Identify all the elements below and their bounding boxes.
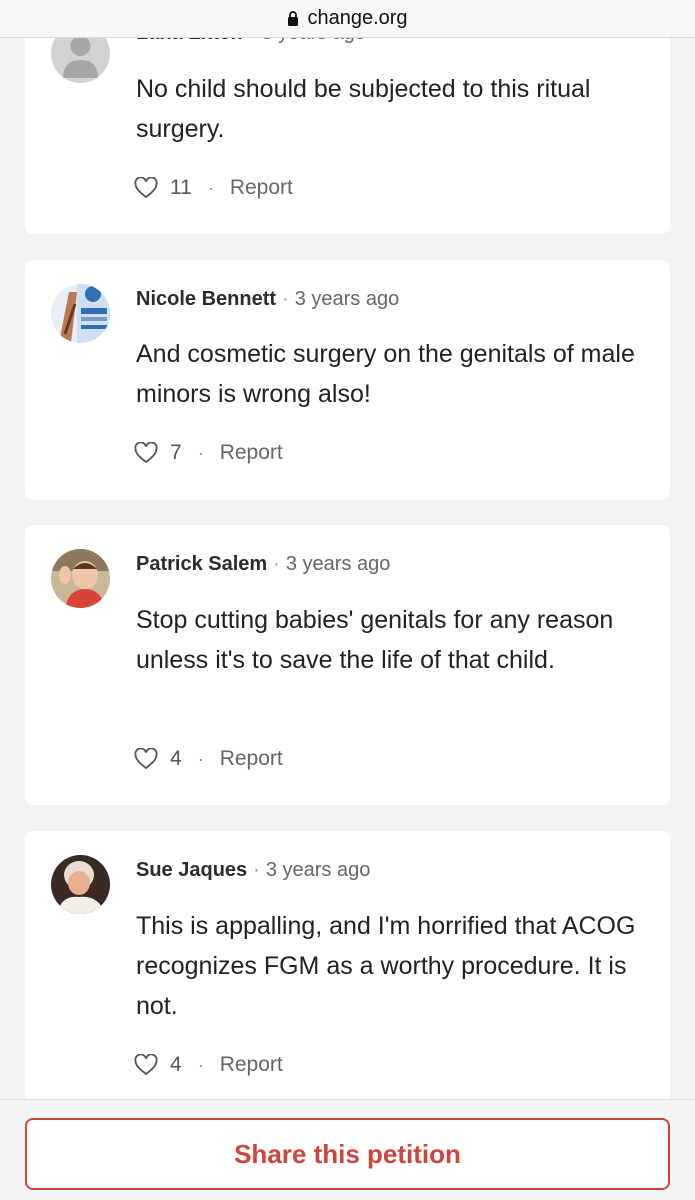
action-separator: · — [207, 177, 214, 198]
action-separator: · — [197, 442, 204, 463]
report-link[interactable]: Report — [230, 176, 293, 200]
comment-author[interactable]: Patrick Salem — [136, 553, 267, 575]
like-count: 4 — [170, 747, 182, 770]
action-separator: · — [197, 1054, 204, 1075]
heart-icon[interactable] — [134, 748, 158, 770]
lock-icon — [288, 11, 299, 26]
heart-icon[interactable] — [134, 177, 158, 199]
avatar[interactable] — [51, 549, 110, 608]
meta-separator: · — [273, 553, 280, 575]
comment-actions: 11 · Report — [134, 173, 293, 203]
comment-card: Patrick Salem · 3 years ago Stop cutting b… — [25, 525, 670, 805]
comment-text: And cosmetic surgery on the genitals of … — [136, 340, 635, 408]
comment-card: Nicole Bennett · 3 years ago And cosmetic … — [25, 260, 670, 500]
comment-actions: 4 · Report — [134, 1050, 283, 1080]
comment-text: Stop cutting babies' genitals for any re… — [136, 606, 614, 674]
heart-icon[interactable] — [134, 1054, 158, 1076]
profile-photo — [51, 549, 110, 608]
comment-author[interactable]: Nicole Bennett — [136, 288, 276, 310]
avatar[interactable] — [51, 284, 110, 343]
comment-card: Sue Jaques · 3 years ago This is appalling… — [25, 831, 670, 1121]
bottom-share-bar: Share this petition — [0, 1099, 695, 1200]
comment-text: No child should be subjected to this rit… — [136, 75, 591, 143]
like-count: 4 — [170, 1053, 182, 1076]
profile-photo — [51, 855, 110, 914]
like-count: 7 — [170, 441, 182, 464]
comment-time: 3 years ago — [285, 553, 391, 575]
comment-author[interactable]: Sue Jaques — [136, 859, 247, 881]
report-link[interactable]: Report — [220, 1053, 283, 1077]
meta-separator: · — [253, 859, 260, 881]
avatar[interactable] — [51, 855, 110, 914]
profile-photo — [51, 284, 110, 343]
comment-text: This is appalling, and I'm horrified tha… — [136, 912, 636, 1020]
heart-icon[interactable] — [134, 442, 158, 464]
url-domain: change.org — [307, 7, 408, 29]
action-separator: · — [197, 748, 204, 769]
browser-url-bar[interactable]: change.org — [0, 0, 695, 38]
like-count: 11 — [170, 176, 192, 199]
report-link[interactable]: Report — [220, 747, 283, 771]
report-link[interactable]: Report — [220, 441, 283, 465]
comment-time: 3 years ago — [294, 288, 400, 310]
comment-meta: Sue Jaques · 3 years ago — [136, 859, 370, 882]
comment-actions: 4 · Report — [134, 744, 283, 774]
comment-meta: Patrick Salem · 3 years ago — [136, 553, 390, 576]
comment-actions: 7 · Report — [134, 438, 283, 468]
meta-separator: · — [282, 288, 289, 310]
comment-time: 3 years ago — [265, 859, 371, 881]
share-petition-button[interactable]: Share this petition — [25, 1118, 670, 1190]
comment-meta: Nicole Bennett · 3 years ago — [136, 288, 399, 311]
